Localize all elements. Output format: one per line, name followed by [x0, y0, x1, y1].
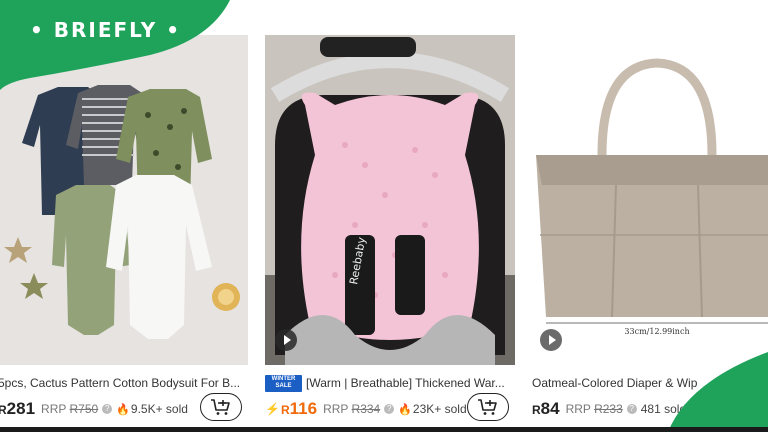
sold-count: 23K+ sold	[412, 402, 467, 416]
svg-text:33cm/12.99inch: 33cm/12.99inch	[624, 327, 689, 336]
sold-count: 9.5K+ sold	[130, 402, 188, 416]
product-title[interactable]: [Warm | Breathable] Thickened War...	[306, 376, 505, 390]
corner-decoration	[668, 352, 768, 432]
flame-icon: 🔥	[116, 403, 130, 416]
product-image[interactable]: 33cm/12.99inch	[532, 35, 768, 365]
cart-plus-icon	[211, 399, 230, 415]
price: R116	[280, 399, 318, 418]
play-video-button[interactable]	[275, 329, 297, 351]
product-grid: 5pcs, Cactus Pattern Cotton Bodysuit For…	[0, 0, 768, 432]
bottom-bar	[0, 427, 768, 432]
car-seat-insert-image: Reebaby	[265, 35, 515, 365]
info-icon[interactable]: ?	[384, 404, 395, 414]
price: R281	[0, 399, 36, 418]
product-card[interactable]: 5pcs, Cactus Pattern Cotton Bodysuit For…	[0, 35, 248, 425]
product-image[interactable]: Reebaby	[265, 35, 515, 365]
rrp: RRP R334	[323, 402, 381, 416]
rrp: RRP R233	[565, 402, 623, 416]
product-title-row[interactable]: WINTER SALE [Warm | Breathable] Thickene…	[265, 374, 515, 392]
price: R84	[532, 399, 560, 418]
logo-badge	[0, 0, 230, 90]
play-video-button[interactable]	[540, 329, 562, 351]
info-icon[interactable]: ?	[626, 404, 637, 414]
lightning-icon: ⚡	[265, 402, 280, 416]
flame-icon: 🔥	[398, 403, 412, 416]
briefly-logo: • BRIEFLY •	[30, 18, 182, 42]
felt-diaper-caddy-image: 33cm/12.99inch	[532, 35, 768, 365]
rrp: RRP R750	[41, 402, 99, 416]
winter-sale-badge: WINTER SALE	[265, 374, 302, 392]
product-title-row[interactable]: 5pcs, Cactus Pattern Cotton Bodysuit For…	[0, 374, 248, 392]
product-card[interactable]: Reebaby WINTER SALE [Warm | Breathable] …	[265, 35, 515, 425]
info-icon[interactable]: ?	[102, 404, 113, 414]
product-title[interactable]: 5pcs, Cactus Pattern Cotton Bodysuit For…	[0, 376, 240, 390]
add-to-cart-button[interactable]	[467, 393, 509, 421]
add-to-cart-button[interactable]	[200, 393, 242, 421]
cart-plus-icon	[478, 399, 497, 415]
